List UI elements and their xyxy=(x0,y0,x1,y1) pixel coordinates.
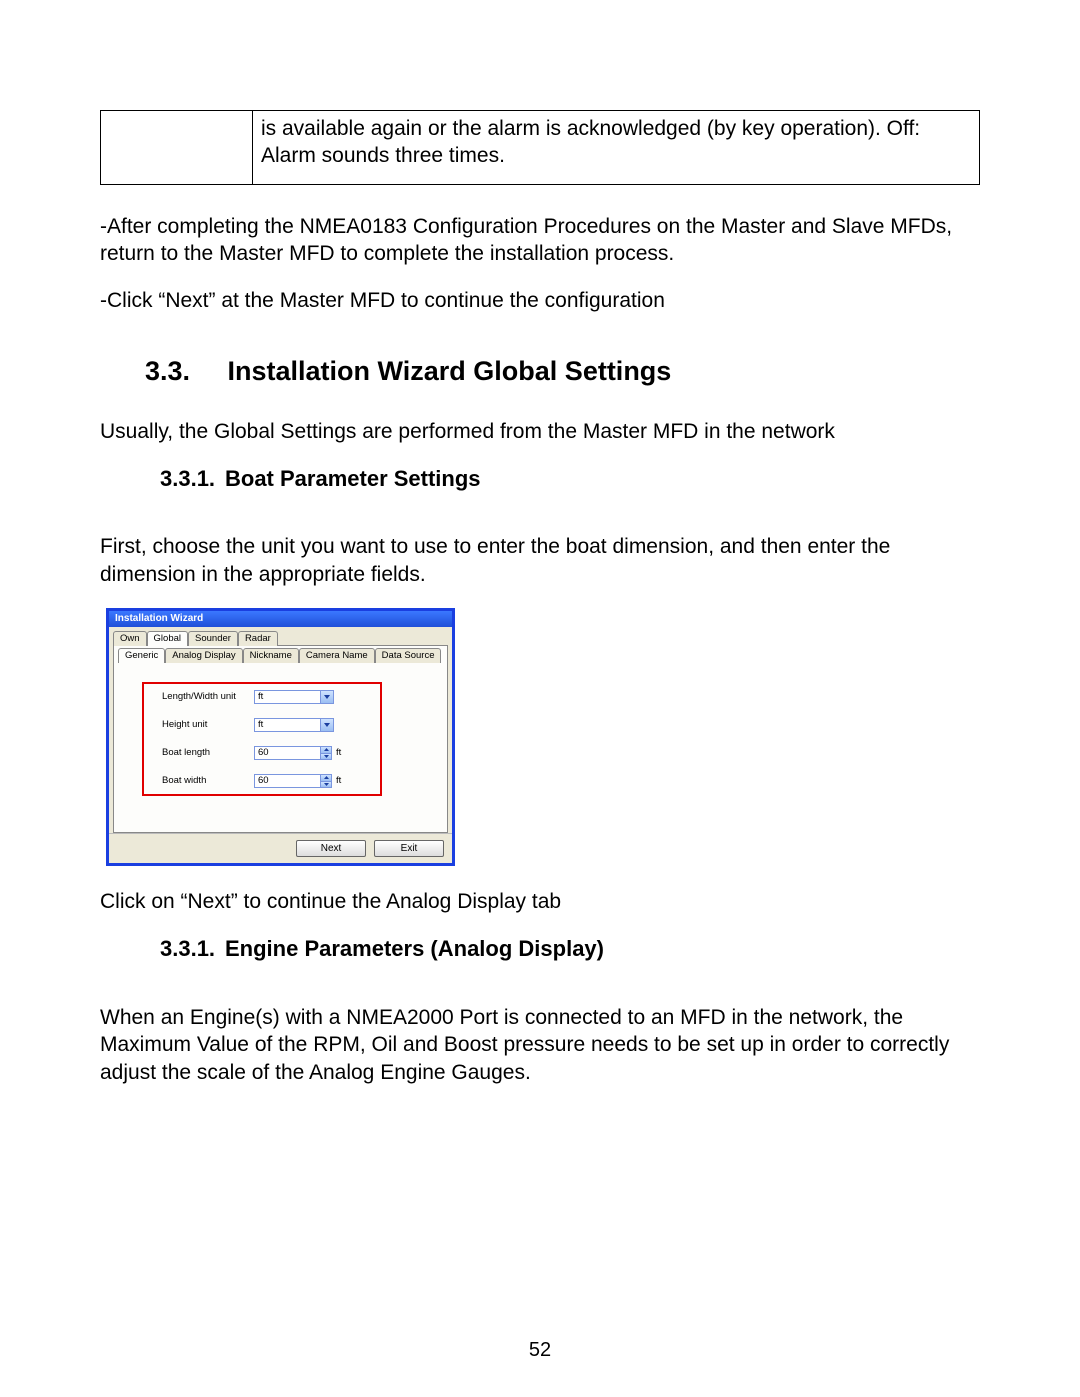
tab-analog-display[interactable]: Analog Display xyxy=(165,648,242,663)
exit-button[interactable]: Exit xyxy=(374,840,444,857)
body-paragraph: First, choose the unit you want to use t… xyxy=(100,533,980,588)
subsection-heading: 3.3.1.Boat Parameter Settings xyxy=(160,465,980,494)
tab-nickname[interactable]: Nickname xyxy=(243,648,299,663)
installation-wizard-window: Installation Wizard Own Global Sounder R… xyxy=(106,608,455,866)
table-row: is available again or the alarm is ackno… xyxy=(101,111,980,185)
field-value: 60 xyxy=(255,775,320,787)
window-titlebar: Installation Wizard xyxy=(109,611,452,627)
button-bar: Next Exit xyxy=(109,833,452,863)
tabs-area: Own Global Sounder Radar Generic Analog … xyxy=(109,627,452,833)
subsection-heading: 3.3.1.Engine Parameters (Analog Display) xyxy=(160,935,980,964)
field-boat-length[interactable]: 60 xyxy=(254,746,332,760)
highlighted-fields: Length/Width unit ft Height unit ft xyxy=(142,682,382,796)
table-fragment: is available again or the alarm is ackno… xyxy=(100,110,980,185)
subsection-title: Boat Parameter Settings xyxy=(225,466,481,491)
tab-radar[interactable]: Radar xyxy=(238,631,278,646)
label-lw-unit: Length/Width unit xyxy=(162,691,254,703)
tab-own[interactable]: Own xyxy=(113,631,147,646)
spinner[interactable] xyxy=(320,747,331,759)
chevron-down-icon[interactable] xyxy=(321,781,331,788)
subsection-number: 3.3.1. xyxy=(160,935,225,964)
page-number: 52 xyxy=(0,1337,1080,1363)
combo-lw-unit[interactable]: ft xyxy=(254,690,334,704)
tab-data-source[interactable]: Data Source xyxy=(375,648,442,663)
section-title: Installation Wizard Global Settings xyxy=(228,356,672,386)
unit-suffix: ft xyxy=(336,775,341,787)
field-boat-width[interactable]: 60 xyxy=(254,774,332,788)
window-title: Installation Wizard xyxy=(115,613,203,624)
form-row-boat-length: Boat length 60 ft xyxy=(162,746,362,760)
tab-camera-name[interactable]: Camera Name xyxy=(299,648,375,663)
section-heading: 3.3. Installation Wizard Global Settings xyxy=(145,354,980,389)
chevron-down-icon[interactable] xyxy=(320,719,333,731)
chevron-down-icon[interactable] xyxy=(320,691,333,703)
combo-h-unit[interactable]: ft xyxy=(254,718,334,732)
tab-content-generic: Length/Width unit ft Height unit ft xyxy=(113,662,448,833)
label-boat-length: Boat length xyxy=(162,747,254,759)
table-cell-left xyxy=(101,111,253,185)
document-page: is available again or the alarm is ackno… xyxy=(0,0,1080,1397)
subsection-number: 3.3.1. xyxy=(160,465,225,494)
body-paragraph: When an Engine(s) with a NMEA2000 Port i… xyxy=(100,1004,980,1086)
form-row-lw-unit: Length/Width unit ft xyxy=(162,690,362,704)
body-paragraph: -After completing the NMEA0183 Configura… xyxy=(100,213,980,268)
next-button[interactable]: Next xyxy=(296,840,366,857)
tab-generic[interactable]: Generic xyxy=(118,648,165,663)
outer-tab-row: Own Global Sounder Radar xyxy=(113,631,448,646)
combo-value: ft xyxy=(255,691,320,703)
form-row-boat-width: Boat width 60 ft xyxy=(162,774,362,788)
combo-value: ft xyxy=(255,719,320,731)
body-paragraph: Click on “Next” to continue the Analog D… xyxy=(100,888,980,915)
chevron-down-icon[interactable] xyxy=(321,753,331,760)
label-h-unit: Height unit xyxy=(162,719,254,731)
form-row-h-unit: Height unit ft xyxy=(162,718,362,732)
table-cell-right: is available again or the alarm is ackno… xyxy=(253,111,980,185)
tab-sounder[interactable]: Sounder xyxy=(188,631,238,646)
inner-tab-row: Generic Analog Display Nickname Camera N… xyxy=(113,645,448,663)
body-paragraph: -Click “Next” at the Master MFD to conti… xyxy=(100,287,980,314)
body-paragraph: Usually, the Global Settings are perform… xyxy=(100,418,980,445)
spinner[interactable] xyxy=(320,775,331,787)
field-value: 60 xyxy=(255,747,320,759)
unit-suffix: ft xyxy=(336,747,341,759)
section-number: 3.3. xyxy=(145,354,220,389)
tab-global[interactable]: Global xyxy=(147,631,188,646)
subsection-title: Engine Parameters (Analog Display) xyxy=(225,936,604,961)
label-boat-width: Boat width xyxy=(162,775,254,787)
